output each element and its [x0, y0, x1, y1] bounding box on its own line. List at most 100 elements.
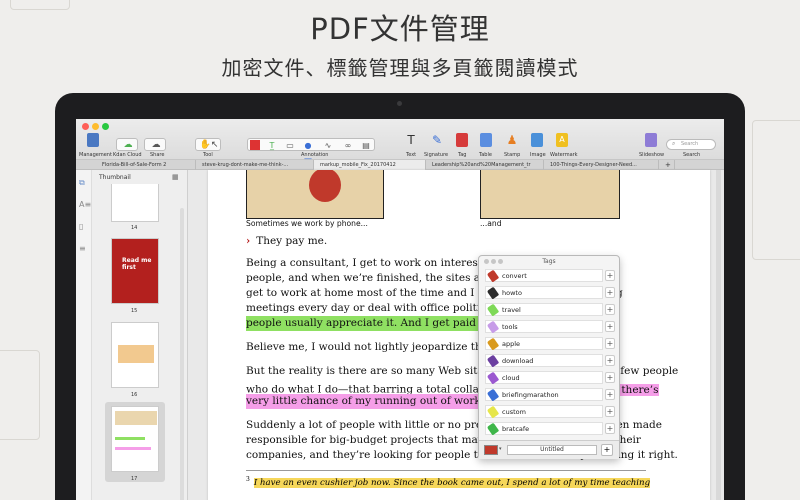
add-to-tag-button[interactable]: +: [605, 287, 615, 298]
tab-leadership[interactable]: Leadership%20and%20Management_tr: [426, 160, 544, 170]
toolbar-label-watermark: Watermark: [550, 152, 578, 158]
bookmark-icon[interactable]: ▯: [79, 222, 83, 231]
tag-row-howto[interactable]: howto: [485, 286, 603, 300]
bullet-text: They pay me.: [256, 235, 328, 247]
footnote: 3I have an even cushier job now. Since t…: [246, 476, 651, 488]
minimize-window-button[interactable]: [92, 123, 99, 130]
tag-row-convert[interactable]: convert: [485, 269, 603, 283]
add-tag-button[interactable]: +: [601, 444, 613, 456]
toolbar-label-table: Table: [479, 152, 492, 158]
toolbar-label-management: Management: [79, 152, 112, 158]
tag-row-download[interactable]: download: [485, 354, 603, 368]
tag-row-briefingmarathon[interactable]: briefingmarathon: [485, 388, 603, 402]
tab-100-things[interactable]: 100-Things-Every-Designer-Need...: [544, 160, 659, 170]
background-sketch-right: [752, 120, 800, 260]
thumbnail-title: Thumbnail: [99, 174, 131, 181]
left-rail: ⧉ A≡ ▯ ≡: [76, 170, 92, 500]
close-window-button[interactable]: [82, 123, 89, 130]
toolbar-label-text: Text: [406, 152, 417, 158]
para3-footnote-highlight: 3 there’s: [614, 383, 659, 396]
tag-row-tools[interactable]: tools: [485, 320, 603, 334]
tag-label: download: [502, 357, 534, 365]
add-to-tag-button[interactable]: +: [605, 321, 615, 332]
zoom-window-button[interactable]: [102, 123, 109, 130]
add-to-tag-button[interactable]: +: [605, 270, 615, 281]
toolbar-label-kdan-cloud: Kdan Cloud: [113, 152, 142, 158]
add-to-tag-button[interactable]: +: [605, 372, 615, 383]
comic-caption-right: ...and: [480, 219, 502, 228]
highlight-color-icon: [250, 140, 260, 150]
document-area: Sometimes we work by phone... ...and › Th…: [188, 170, 724, 500]
annotation-tools[interactable]: T̲ ▭ ●— ∿ ∞ ▤: [247, 138, 375, 163]
para1-line2: people, and when we’re finished, the sit…: [246, 272, 502, 284]
link-icon: ∞: [344, 141, 352, 150]
cloud-sync-icon: ☁: [123, 140, 133, 150]
tag-row-travel[interactable]: travel: [485, 303, 603, 317]
sidebar-icon[interactable]: [87, 133, 99, 147]
tag-row-cloud[interactable]: cloud: [485, 371, 603, 385]
chevron-down-icon: ▾: [499, 446, 502, 452]
tag-row-apple[interactable]: apple: [485, 337, 603, 351]
tag-icon: [486, 286, 500, 300]
new-tab-button[interactable]: +: [659, 160, 675, 170]
bullet-arrow-icon: ›: [246, 235, 251, 247]
footnote-mark: 3: [246, 476, 250, 483]
toolbar-label-tool: Tool: [203, 152, 213, 158]
add-to-tag-button[interactable]: +: [605, 389, 615, 400]
search-icon: ⌕: [672, 140, 676, 147]
share-button[interactable]: ☁: [144, 138, 166, 151]
toolbar-label-annotation: Annotation: [301, 152, 329, 158]
share-icon: ☁: [151, 140, 161, 150]
thumbnail-page-16[interactable]: [111, 322, 159, 388]
toolbar-label-tag: Tag: [458, 152, 467, 158]
tag-icon[interactable]: [456, 133, 468, 147]
table-icon[interactable]: [480, 133, 492, 147]
stamp-icon[interactable]: ♟: [506, 133, 518, 147]
thumbnail-scrollbar[interactable]: [180, 208, 184, 500]
annotation-list-icon[interactable]: A≡: [79, 200, 91, 209]
tab-markup-mobile[interactable]: markup_mobile_Fix_20170412: [314, 160, 426, 170]
rectangle-icon: ▭: [286, 141, 294, 150]
pen-icon[interactable]: ✎: [431, 133, 443, 147]
image-icon[interactable]: [531, 133, 543, 147]
add-to-tag-button[interactable]: +: [605, 338, 615, 349]
tag-row-bratcafe[interactable]: bratcafe: [485, 422, 603, 436]
tags-panel: Tags convert + howto + travel + tools + apple + do…: [478, 255, 620, 459]
thumbnail-view-icon[interactable]: ⧉: [79, 178, 85, 188]
tool-button[interactable]: ✋↖: [195, 138, 221, 151]
thumbnail-page-15[interactable]: Read me first: [111, 238, 159, 304]
tab-florida-bill[interactable]: Florida-Bill-of-Sale-Form 2: [96, 160, 196, 170]
tag-icon: [486, 354, 500, 368]
new-tag-color-picker[interactable]: [484, 445, 498, 455]
footnote-text: I have an even cushier job now. Since th…: [253, 477, 651, 488]
comic-illustration-right: [480, 170, 620, 219]
phone-cord-drawing: [309, 170, 341, 202]
new-tag-name-input[interactable]: Untitled: [507, 445, 597, 455]
add-to-tag-button[interactable]: +: [605, 304, 615, 315]
add-to-tag-button[interactable]: +: [605, 406, 615, 417]
kdan-cloud-button[interactable]: ☁: [116, 138, 138, 151]
toolbar-label-slideshow: Slideshow: [639, 152, 665, 158]
tag-label: briefingmarathon: [502, 391, 559, 399]
thumbnail-page-14[interactable]: [111, 184, 159, 222]
outline-icon[interactable]: ≡: [79, 244, 86, 253]
add-to-tag-button[interactable]: +: [605, 423, 615, 434]
text-icon[interactable]: T: [405, 133, 417, 147]
watermark-icon[interactable]: A: [556, 133, 568, 147]
page-number-16: 16: [131, 392, 138, 398]
slideshow-icon[interactable]: [645, 133, 657, 147]
para1-line1: Being a consultant, I get to work on int…: [246, 257, 499, 269]
promo-title: PDF文件管理: [310, 12, 490, 46]
footnote-divider: [246, 470, 646, 471]
add-to-tag-button[interactable]: +: [605, 355, 615, 366]
tab-steve-krug[interactable]: steve-krug-dont-make-me-think-...: [196, 160, 314, 170]
para1-line4: meetings every day or deal with office p…: [246, 302, 495, 314]
tag-row-custom[interactable]: custom: [485, 405, 603, 419]
thumbnail-page-17[interactable]: [111, 406, 159, 472]
note-icon: ▤: [362, 141, 370, 150]
cover-text: Read me first: [122, 257, 152, 271]
tag-icon: [486, 269, 500, 283]
document-scrollbar[interactable]: [716, 170, 721, 500]
tags-panel-footer: ▾ Untitled +: [479, 440, 619, 459]
grid-view-icon[interactable]: ▦: [172, 173, 179, 181]
